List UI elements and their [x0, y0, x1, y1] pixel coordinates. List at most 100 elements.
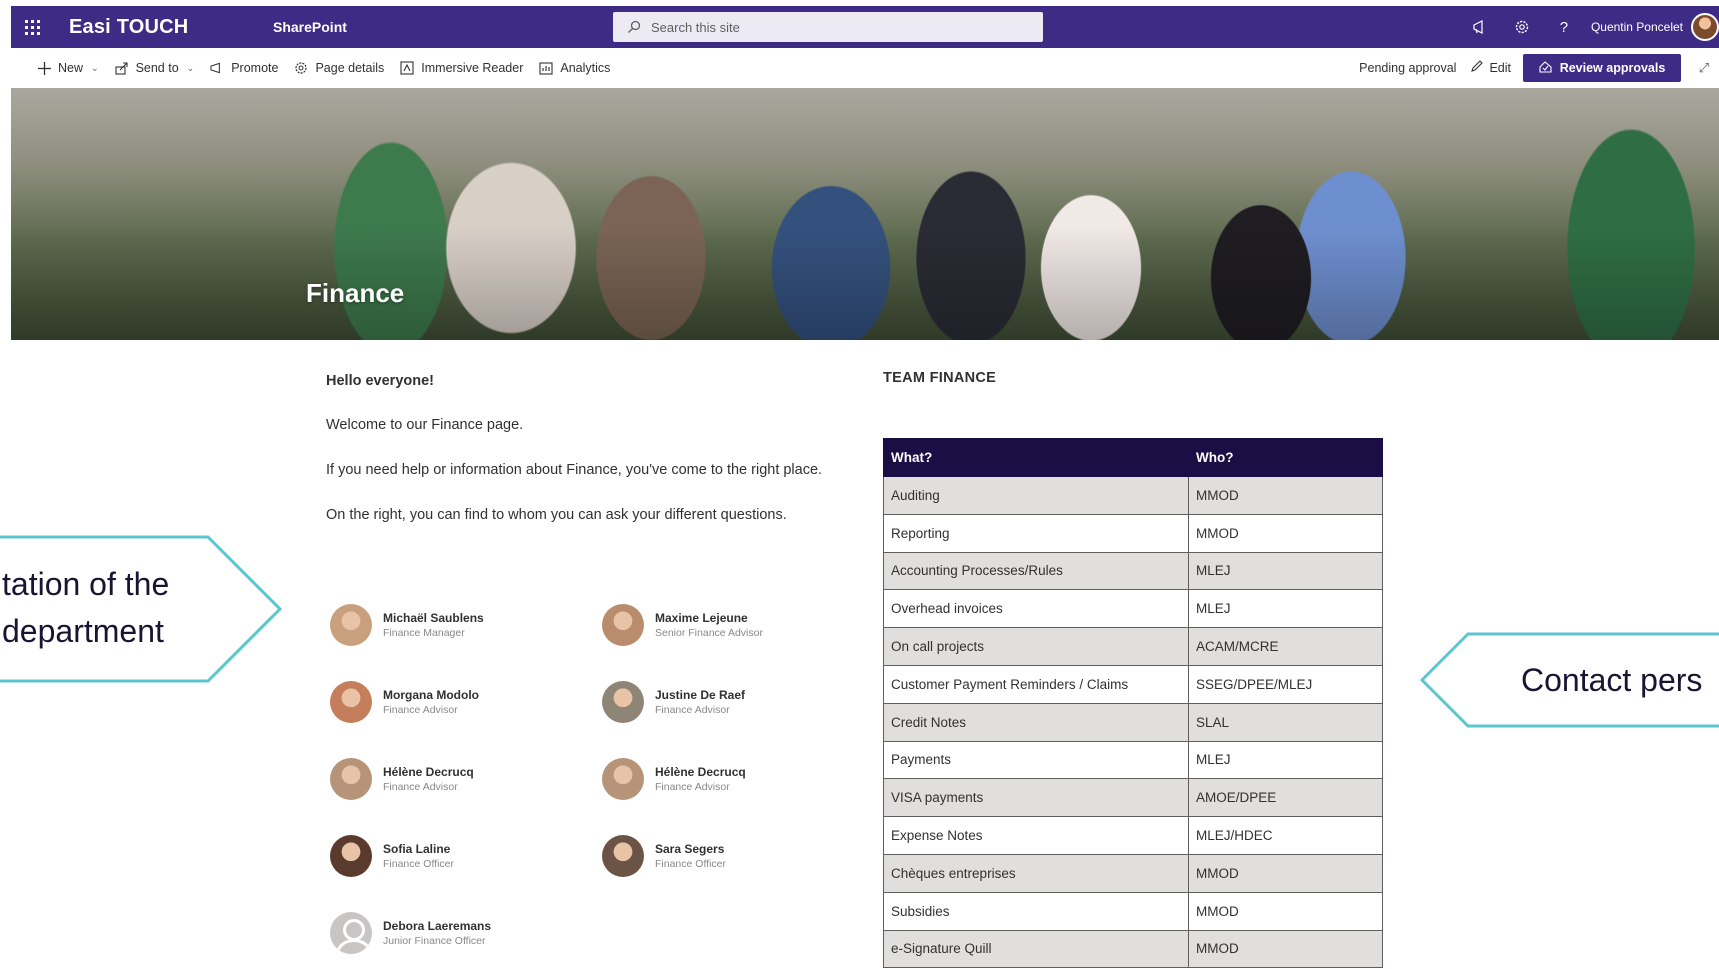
person-card[interactable]: Hélène Decrucq Finance Advisor [330, 758, 590, 800]
person-avatar [602, 681, 644, 723]
person-card[interactable]: Debora Laeremans Junior Finance Officer [330, 912, 590, 954]
table-row: On call projects ACAM/MCRE [883, 627, 1383, 666]
search-input[interactable]: Search this site [613, 12, 1043, 42]
person-card[interactable]: Sofia Laline Finance Officer [330, 835, 590, 877]
immersive-reader-label: Immersive Reader [421, 61, 524, 75]
promote-button[interactable]: Promote [210, 48, 278, 88]
contact-cell: AMOE/DPEE [1188, 778, 1383, 818]
contact-cell: SSEG/DPEE/MLEJ [1188, 664, 1383, 704]
table-row: Payments MLEJ [883, 740, 1383, 780]
contact-cell: SLAL [1188, 702, 1383, 742]
topic-cell: e-Signature Quill [883, 929, 1189, 969]
contact-cell: MLEJ [1188, 740, 1383, 780]
person-role: Finance Advisor [655, 703, 730, 716]
app-name[interactable]: SharePoint [273, 19, 613, 35]
review-approvals-button[interactable]: Review approvals [1523, 54, 1681, 82]
contact-cell: MMOD [1188, 853, 1383, 893]
table-row: Overhead invoices MLEJ [883, 589, 1383, 629]
brand-name[interactable]: Easi TOUCH [69, 16, 269, 39]
column-header-what: What? [883, 438, 1189, 477]
topic-cell: Credit Notes [883, 702, 1189, 742]
person-card[interactable]: Sara Segers Finance Officer [602, 835, 862, 877]
help-icon[interactable]: ? [1543, 6, 1585, 48]
topic-cell: Overhead invoices [883, 589, 1189, 629]
table-row: Customer Payment Reminders / Claims SSEG/… [883, 664, 1383, 704]
share-icon [115, 61, 129, 75]
callout-left-line: department [2, 613, 164, 649]
table-row: VISA payments AMOE/DPEE [883, 778, 1383, 818]
page-details-button[interactable]: Page details [294, 48, 384, 88]
chevron-down-icon: ⌄ [91, 62, 99, 73]
search-icon [628, 20, 641, 33]
table-row: Auditing MMOD [883, 476, 1383, 515]
promote-label: Promote [231, 61, 279, 75]
person-card[interactable]: Maxime Lejeune Senior Finance Advisor [602, 604, 862, 646]
person-name: Hélène Decrucq [655, 764, 746, 779]
immersive-reader-button[interactable]: Immersive Reader [400, 48, 523, 88]
intro-heading: Hello everyone! [326, 373, 434, 389]
megaphone-icon[interactable] [1459, 6, 1501, 48]
edit-label: Edit [1489, 61, 1511, 75]
new-label: New [58, 61, 84, 75]
person-role: Finance Advisor [383, 780, 458, 793]
person-name: Maxime Lejeune [655, 610, 748, 625]
pencil-icon [1470, 60, 1484, 76]
send-to-label: Send to [135, 61, 179, 75]
new-button[interactable]: New ⌄ [37, 48, 99, 88]
person-role: Finance Manager [383, 626, 465, 639]
person-name: Justine De Raef [655, 687, 746, 702]
collapse-icon[interactable]: ⤢ [1689, 60, 1719, 76]
topic-cell: Reporting [883, 513, 1189, 553]
sharepoint-page: Easi TOUCH SharePoint Search this site ?… [0, 0, 1719, 969]
table-header-row: What? Who? [883, 438, 1383, 477]
table-row: Subsidies MMOD [883, 891, 1383, 931]
person-card[interactable]: Justine De Raef Finance Advisor [602, 681, 862, 723]
person-avatar [330, 681, 372, 723]
user-avatar[interactable] [1691, 13, 1719, 41]
table-row: Reporting MMOD [883, 513, 1383, 553]
analytics-label: Analytics [560, 61, 611, 75]
send-to-button[interactable]: Send to ⌄ [115, 48, 195, 88]
person-role: Junior Finance Officer [383, 934, 486, 947]
analytics-button[interactable]: Analytics [539, 48, 610, 88]
reader-icon [400, 61, 414, 75]
pending-approval-status: Pending approval [1359, 61, 1457, 75]
review-approvals-label: Review approvals [1559, 61, 1666, 75]
person-avatar [330, 835, 372, 877]
person-name: Sara Segers [655, 841, 725, 856]
person-card[interactable]: Hélène Decrucq Finance Advisor [602, 758, 862, 800]
table-row: Accounting Processes/Rules MLEJ [883, 551, 1383, 591]
gear-icon [294, 61, 308, 75]
person-placeholder-icon [330, 912, 372, 954]
app-launcher-icon[interactable] [11, 6, 53, 48]
person-role: Finance Advisor [383, 703, 458, 716]
table-row: e-Signature Quill MMOD [883, 929, 1383, 969]
contact-cell: MMOD [1188, 476, 1383, 515]
person-card[interactable]: Michaël Saublens Finance Manager [330, 604, 590, 646]
person-avatar [330, 604, 372, 646]
topic-cell: Chèques entreprises [883, 853, 1189, 893]
intro-paragraph: On the right, you can find to whom you c… [326, 507, 787, 523]
approval-icon [1539, 60, 1552, 76]
topic-cell: Auditing [883, 476, 1189, 515]
callout-left-text: tation of the department [2, 561, 169, 655]
contact-cell: MLEJ [1188, 551, 1383, 591]
topic-cell: Expense Notes [883, 816, 1189, 855]
team-title: TEAM FINANCE [883, 370, 997, 386]
search-placeholder: Search this site [651, 19, 740, 35]
intro-text-section: Hello everyone! Welcome to our Finance p… [326, 370, 846, 549]
person-card[interactable]: Morgana Modolo Finance Advisor [330, 681, 590, 723]
person-role: Senior Finance Advisor [655, 626, 763, 639]
topic-cell: Accounting Processes/Rules [883, 551, 1189, 591]
person-name: Sofia Laline [383, 841, 451, 856]
chevron-down-icon: ⌄ [186, 62, 195, 73]
edit-button[interactable]: Edit [1470, 60, 1511, 76]
user-name[interactable]: Quentin Poncelet [1591, 20, 1683, 34]
intro-paragraph: Welcome to our Finance page. [326, 417, 524, 433]
person-avatar [602, 604, 644, 646]
chart-icon [539, 61, 553, 75]
contact-cell: MMOD [1188, 929, 1383, 969]
settings-gear-icon[interactable] [1501, 6, 1543, 48]
page-title: Finance [306, 278, 405, 308]
megaphone-icon [210, 61, 224, 75]
